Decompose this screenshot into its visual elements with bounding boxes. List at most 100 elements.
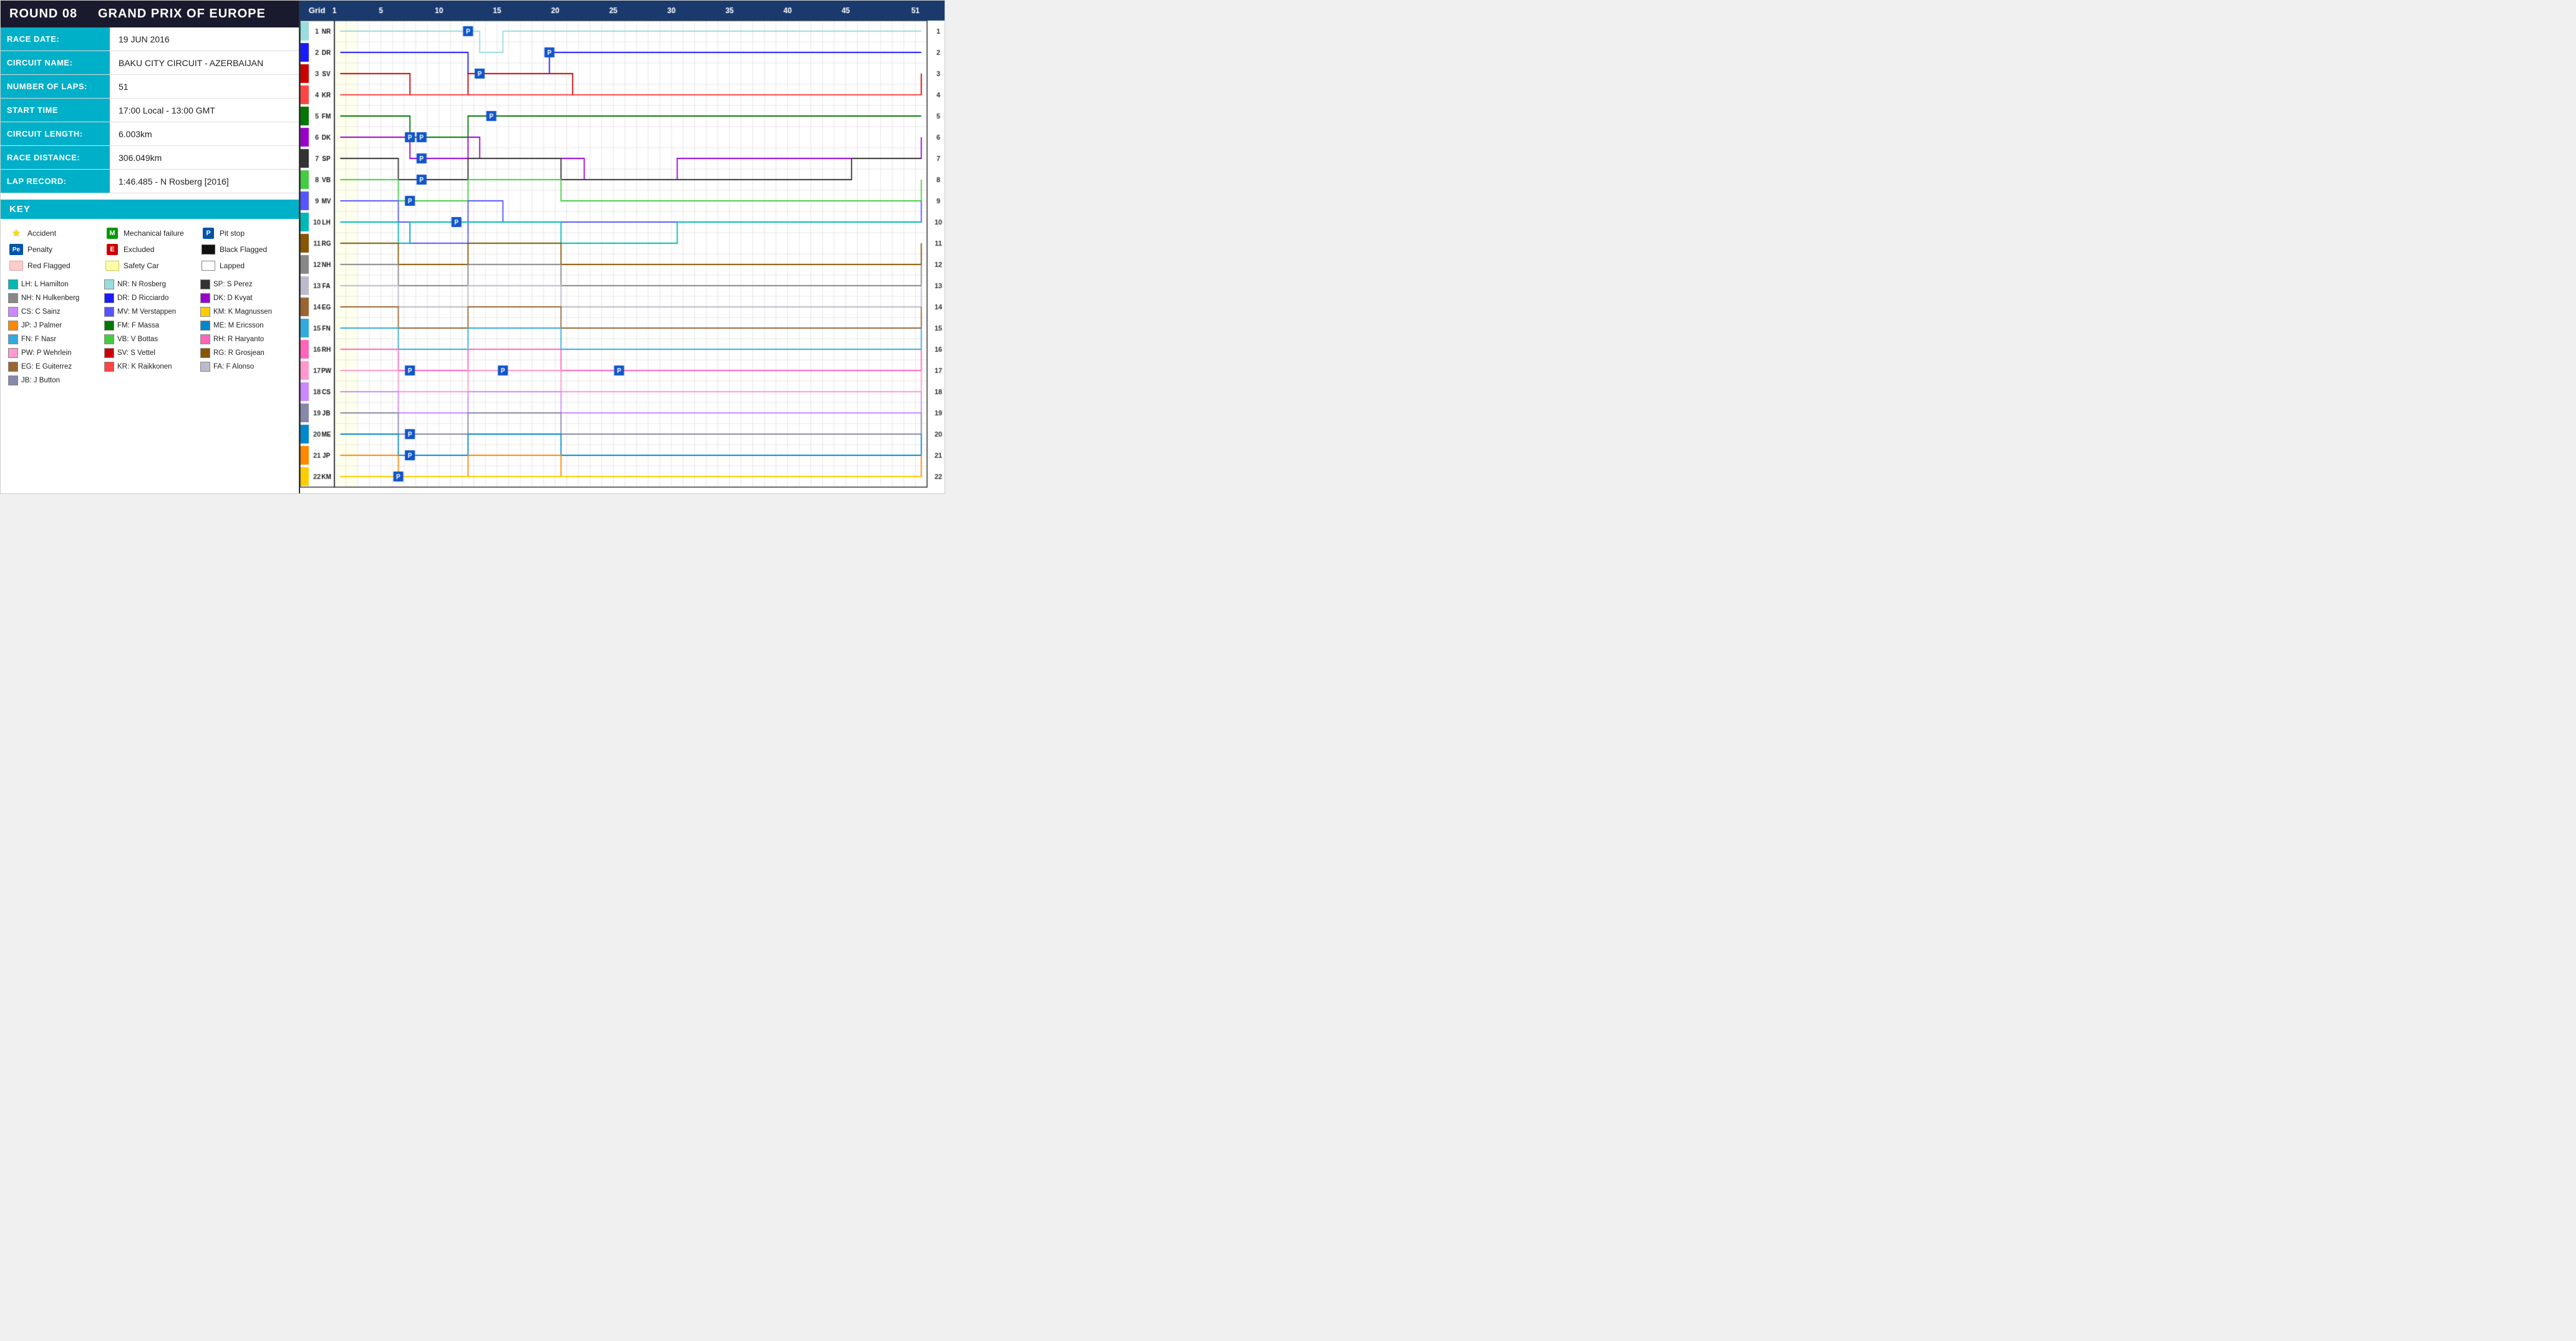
penalty-icon: Pe (9, 244, 23, 255)
black-flagged-label: Black Flagged (220, 245, 267, 254)
driver-sp-label: SP: S Perez (213, 281, 253, 288)
driver-mv: MV: M Verstappen (102, 305, 198, 319)
safety-car-label: Safety Car (124, 261, 159, 270)
driver-dk-color (200, 293, 210, 303)
race-distance-row: RACE DISTANCE: 306.049km (1, 146, 299, 170)
driver-fa-label: FA: F Alonso (213, 363, 254, 370)
driver-jp-label: JP: J Palmer (21, 322, 62, 329)
driver-jb: JB: J Button (6, 374, 102, 387)
driver-sv-color (104, 348, 114, 358)
driver-sv: SV: S Vettel (102, 346, 198, 360)
mechanical-icon: M (105, 228, 119, 239)
driver-vb-label: VB: V Bottas (117, 336, 158, 343)
driver-lh: LH: L Hamilton (6, 278, 102, 291)
black-flag-icon (202, 244, 215, 255)
circuit-length-value: 6.003km (110, 122, 161, 145)
driver-fm-color (104, 321, 114, 331)
driver-dk-label: DK: D Kvyat (213, 294, 253, 302)
driver-vb-color (104, 334, 114, 344)
race-distance-value: 306.049km (110, 146, 170, 169)
driver-nr-color (104, 279, 114, 289)
accident-label: Accident (27, 229, 56, 238)
start-time-row: START TIME 17:00 Local - 13:00 GMT (1, 99, 299, 122)
driver-cs-color (8, 307, 18, 317)
race-header: ROUND 08 GRAND PRIX OF EUROPE (1, 1, 299, 27)
race-date-value: 19 JUN 2016 (110, 27, 178, 51)
driver-vb: VB: V Bottas (102, 332, 198, 346)
circuit-length-row: CIRCUIT LENGTH: 6.003km (1, 122, 299, 146)
driver-fa-color (200, 362, 210, 372)
driver-fm: FM: F Massa (102, 319, 198, 332)
laps-row: NUMBER OF LAPS: 51 (1, 75, 299, 99)
driver-rg-color (200, 348, 210, 358)
key-penalty: Pe Penalty (6, 241, 102, 258)
driver-sp: SP: S Perez (198, 278, 294, 291)
driver-eg-color (8, 362, 18, 372)
safety-car-icon (105, 260, 119, 271)
driver-mv-label: MV: M Verstappen (117, 308, 176, 316)
driver-cs: CS: C Sainz (6, 305, 102, 319)
penalty-label: Penalty (27, 245, 52, 254)
driver-rg: RG: R Grosjean (198, 346, 294, 360)
driver-sv-label: SV: S Vettel (117, 349, 155, 357)
laps-label: NUMBER OF LAPS: (1, 75, 110, 98)
driver-rh-label: RH: R Haryanto (213, 336, 264, 343)
key-black-flagged: Black Flagged (198, 241, 294, 258)
race-date-row: RACE DATE: 19 JUN 2016 (1, 27, 299, 51)
circuit-name-row: CIRCUIT NAME: BAKU CITY CIRCUIT - AZERBA… (1, 51, 299, 75)
driver-nh-color (8, 293, 18, 303)
driver-mv-color (104, 307, 114, 317)
lap-chart (300, 1, 945, 493)
driver-kr-label: KR: K Raikkonen (117, 363, 172, 370)
driver-jp-color (8, 321, 18, 331)
driver-lh-label: LH: L Hamilton (21, 281, 69, 288)
driver-nh: NH: N Hulkenberg (6, 291, 102, 305)
driver-cs-label: CS: C Sainz (21, 308, 61, 316)
lap-record-value: 1:46.485 - N Rosberg [2016] (110, 170, 238, 193)
driver-fn-color (8, 334, 18, 344)
key-excluded: E Excluded (102, 241, 198, 258)
red-flagged-label: Red Flagged (27, 261, 70, 270)
driver-nh-label: NH: N Hulkenberg (21, 294, 79, 302)
driver-fn: FN: F Nasr (6, 332, 102, 346)
driver-rh: RH: R Haryanto (198, 332, 294, 346)
start-time-value: 17:00 Local - 13:00 GMT (110, 99, 224, 122)
driver-jb-color (8, 375, 18, 385)
driver-dr-label: DR: D Ricciardo (117, 294, 168, 302)
driver-jb-label: JB: J Button (21, 377, 60, 384)
driver-pw: PW: P Wehrlein (6, 346, 102, 360)
accident-icon: ★ (9, 228, 23, 239)
circuit-length-label: CIRCUIT LENGTH: (1, 122, 110, 145)
key-lapped: Lapped (198, 258, 294, 274)
lap-record-row: LAP RECORD: 1:46.485 - N Rosberg [2016] (1, 170, 299, 193)
driver-me-label: ME: M Ericsson (213, 322, 264, 329)
driver-pw-label: PW: P Wehrlein (21, 349, 72, 357)
driver-jp: JP: J Palmer (6, 319, 102, 332)
key-mechanical: M Mechanical failure (102, 225, 198, 241)
key-grid: ★ Accident M Mechanical failure P Pit st… (1, 225, 299, 274)
driver-km-color (200, 307, 210, 317)
driver-nr: NR: N Rosberg (102, 278, 198, 291)
driver-me: ME: M Ericsson (198, 319, 294, 332)
driver-fn-label: FN: F Nasr (21, 336, 56, 343)
driver-eg-label: EG: E Guiterrez (21, 363, 72, 370)
lapped-label: Lapped (220, 261, 245, 270)
key-section: KEY ★ Accident M Mechanical failure (1, 200, 299, 399)
driver-km: KM: K Magnussen (198, 305, 294, 319)
lapped-icon (202, 260, 215, 271)
driver-eg: EG: E Guiterrez (6, 360, 102, 374)
excluded-label: Excluded (124, 245, 154, 254)
driver-fm-label: FM: F Massa (117, 322, 159, 329)
round-label: ROUND 08 (9, 7, 77, 21)
left-panel: ROUND 08 GRAND PRIX OF EUROPE RACE DATE:… (1, 1, 300, 493)
start-time-label: START TIME (1, 99, 110, 122)
right-panel (300, 1, 945, 493)
mechanical-label: Mechanical failure (124, 229, 184, 238)
driver-kr: KR: K Raikkonen (102, 360, 198, 374)
driver-dr: DR: D Ricciardo (102, 291, 198, 305)
driver-kr-color (104, 362, 114, 372)
circuit-name-value: BAKU CITY CIRCUIT - AZERBAIJAN (110, 51, 272, 74)
key-red-flagged: Red Flagged (6, 258, 102, 274)
excluded-icon: E (105, 244, 119, 255)
race-date-label: RACE DATE: (1, 27, 110, 51)
